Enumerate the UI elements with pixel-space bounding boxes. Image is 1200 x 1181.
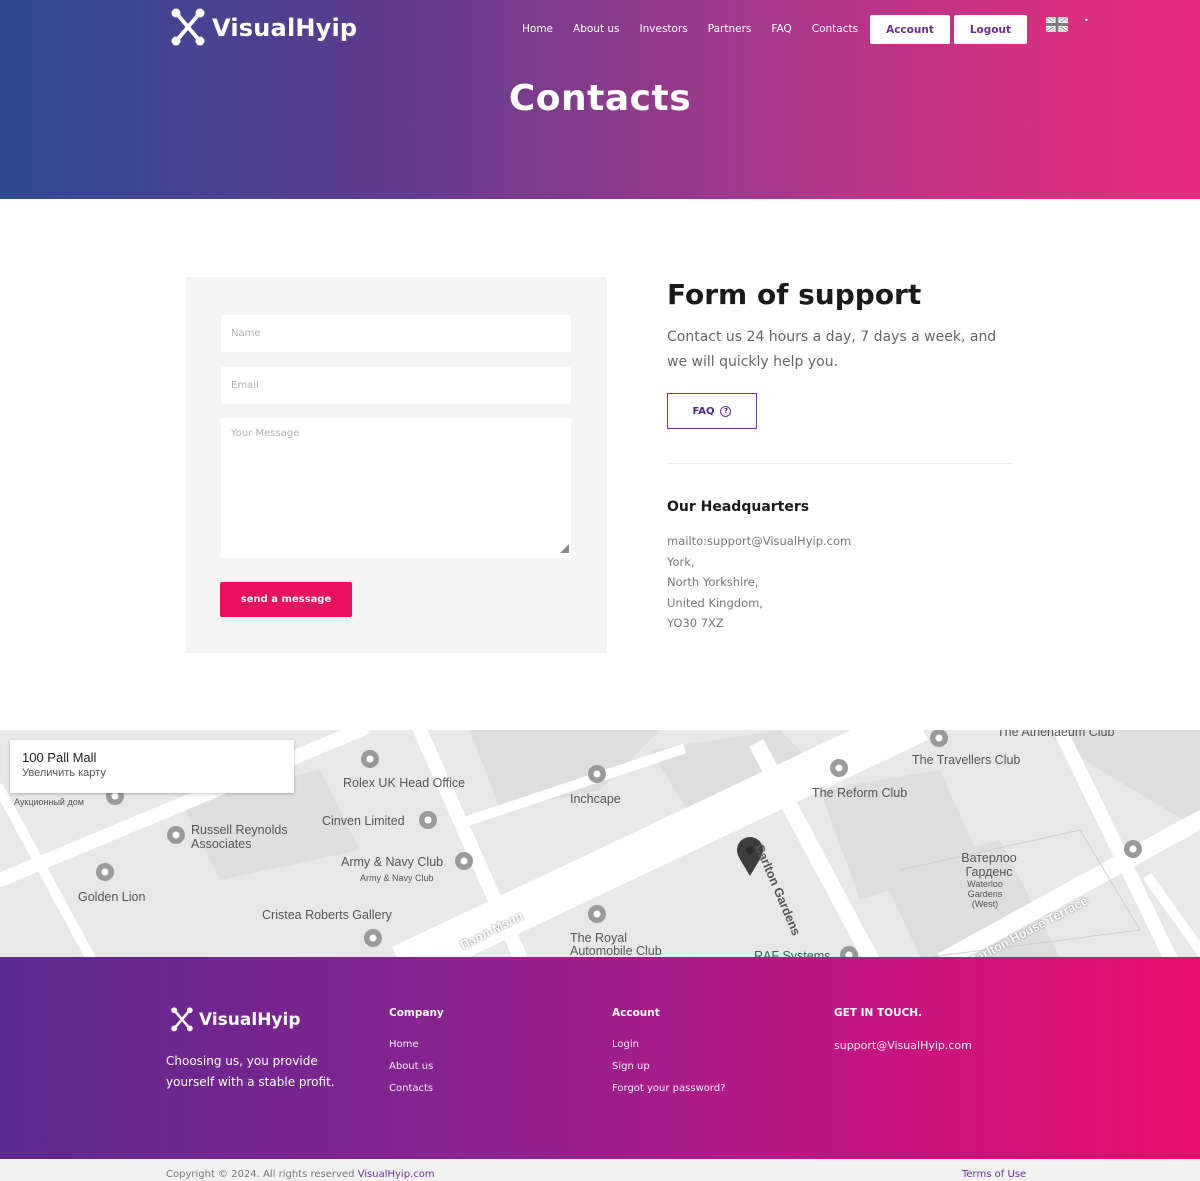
map-label[interactable]: Army & Navy Club [341,855,443,869]
logo-text: VisualHyip [212,14,358,42]
footer-link-about[interactable]: About us [389,1061,444,1072]
copyright-text: Copyright © 2024. All rights reserved Vi… [166,1169,435,1180]
question-icon: ? [720,405,732,417]
map-label[interactable]: Cinven Limited [322,814,405,828]
hq-line: North Yorkshire, [667,575,759,589]
copyright-bar: Copyright © 2024. All rights reserved Vi… [0,1159,1200,1181]
headquarters-title: Our Headquarters [667,499,810,515]
map-label[interactable]: Cristea Roberts Gallery [262,908,392,922]
copyright-label: Copyright © 2024. All rights reserved [166,1169,355,1180]
uk-flag-icon[interactable] [1046,17,1068,32]
footer-link-home[interactable]: Home [389,1039,444,1050]
hq-line: York, [667,554,695,569]
map-label[interactable]: Ватерлоо Гарденс [954,851,1024,879]
map-label[interactable]: The Athenaeum Club [997,730,1114,739]
nav-investors[interactable]: Investors [640,23,688,35]
footer-logo[interactable]: VisualHyip [170,1007,301,1033]
message-textarea[interactable] [221,418,571,558]
footer-email-link[interactable]: support@VisualHyip.com [834,1039,972,1052]
map-label[interactable]: Waterloo Gardens (West) [962,879,1008,909]
footer: VisualHyip Choosing us, you provide your… [0,957,1200,1159]
map-info-card: 100 Pall Mall Увеличить карту [10,740,294,793]
footer-logo-text: VisualHyip [199,1010,301,1030]
support-title: Form of support [667,278,922,311]
map-label[interactable]: The Royal Automobile Club [570,932,680,958]
page-title: Contacts [508,78,692,119]
map-label[interactable]: RAF Systems [754,949,830,957]
footer-contact: GET IN TOUCH. support@VisualHyip.com [834,1007,972,1063]
faq-button-label: FAQ [692,405,715,417]
map-label[interactable]: Russell Reynolds Associates [191,823,301,851]
map-label[interactable]: The Travellers Club [912,753,1020,767]
faq-button[interactable]: FAQ ? [667,393,757,429]
hq-line: YO30 7XZ [667,616,724,630]
logo[interactable]: VisualHyip [170,8,357,48]
footer-link-forgot-password[interactable]: Forgot your password? [612,1083,725,1094]
main-nav: Home About us Investors Partners FAQ Con… [512,14,1029,44]
resize-handle-icon[interactable] [560,544,569,553]
footer-contact-title: GET IN TOUCH. [834,1007,923,1019]
copyright-link[interactable]: VisualHyip.com [358,1169,435,1180]
footer-link-contacts[interactable]: Contacts [389,1083,444,1094]
hq-email[interactable]: mailto:support@VisualHyip.com [667,531,851,552]
headquarters-address: mailto:support@VisualHyip.com York, Nort… [667,531,851,634]
hq-line: United Kingdom, [667,595,763,610]
logout-button[interactable]: Logout [953,14,1027,44]
logo-icon [171,8,205,46]
nav-partners[interactable]: Partners [708,23,752,35]
map-label[interactable]: Golden Lion [78,890,145,904]
map-label[interactable]: Inchcape [570,792,621,806]
nav-about[interactable]: About us [573,23,620,35]
nav-contacts[interactable]: Contacts [812,23,858,35]
footer-company: Company Home About us Contacts [389,1007,444,1105]
nav-home[interactable]: Home [522,23,553,35]
header-hero: VisualHyip Home About us Investors Partn… [0,0,1200,199]
email-input[interactable] [221,367,571,404]
contact-form: send a message [186,277,607,653]
language-dropdown-icon[interactable]: • [1084,16,1089,25]
divider [667,463,1013,464]
map-label[interactable]: Аукционный дом [14,797,84,807]
footer-company-title: Company [389,1007,444,1019]
map-label[interactable]: Rolex UK Head Office [343,776,465,790]
map-place-title: 100 Pall Mall [22,750,97,765]
terms-link[interactable]: Terms of Use [962,1169,1026,1180]
footer-about: Choosing us, you provide yourself with a… [166,1054,335,1089]
footer-link-signup[interactable]: Sign up [612,1061,725,1072]
footer-account-title: Account [612,1007,660,1019]
nav-faq[interactable]: FAQ [771,23,791,35]
footer-account: Account Login Sign up Forgot your passwo… [612,1007,725,1105]
map-label[interactable]: The Reform Club [812,786,907,800]
send-message-button[interactable]: send a message [220,582,352,617]
footer-link-login[interactable]: Login [612,1039,725,1050]
support-description: Contact us 24 hours a day, 7 days a week… [667,329,997,370]
account-button[interactable]: Account [870,14,950,44]
logo-icon [171,1007,193,1032]
enlarge-map-link[interactable]: Увеличить карту [22,767,282,779]
map-label[interactable]: Army & Navy Club [360,873,434,883]
embedded-map[interactable]: 100 Pall Mall Увеличить карту Rolex UK H… [0,730,1200,957]
name-input[interactable] [221,315,571,352]
